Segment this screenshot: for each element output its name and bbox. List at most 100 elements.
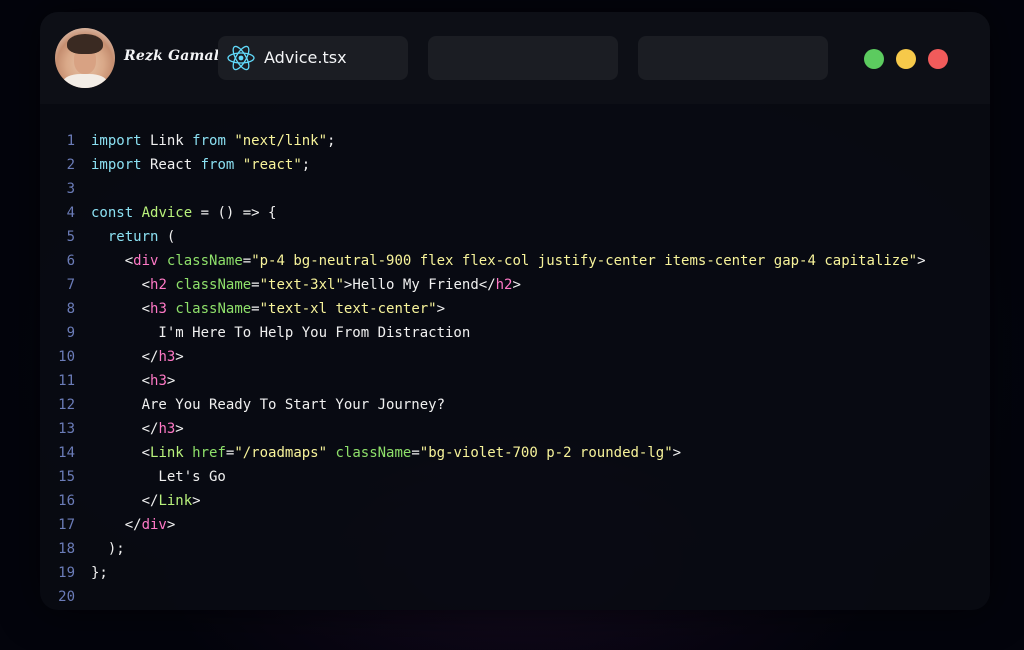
code-token: I'm Here To Help You From Distraction [91, 325, 471, 341]
line-number: 1 [66, 133, 75, 149]
line-number: 4 [66, 205, 75, 221]
code-token: "next/link" [234, 133, 328, 149]
code-token: = [411, 445, 420, 461]
line-code: Are You Ready To Start Your Journey? [91, 393, 445, 417]
code-token: h2 [150, 277, 167, 293]
code-token: h3 [158, 349, 176, 365]
line-code: I'm Here To Help You From Distraction [91, 321, 470, 345]
code-line: 13 </h3> [40, 417, 990, 441]
code-token: < [91, 277, 151, 293]
code-line: 2 import React from "react"; [40, 153, 990, 177]
code-editor: 1 import Link from "next/link"; 2 import Re… [40, 129, 990, 609]
code-token: > [512, 277, 521, 293]
close-button[interactable] [928, 49, 948, 69]
line-code: <Link href="/roadmaps" className="bg-vio… [91, 441, 682, 465]
line-code: </h3> [91, 345, 184, 369]
title-bar: Rezk Gamal Advice.tsx [40, 12, 990, 104]
code-token: return [107, 229, 159, 245]
avatar [55, 28, 115, 88]
code-line: 10 </h3> [40, 345, 990, 369]
code-token: < [91, 373, 151, 389]
code-token: from [200, 157, 235, 173]
user-name: Rezk Gamal [124, 48, 220, 64]
line-code: ); [91, 537, 125, 561]
code-token: Are You Ready To Start Your Journey? [91, 397, 446, 413]
code-token: import [91, 133, 142, 149]
line-code: const Advice = () => { [91, 201, 276, 225]
line-code: <h3> [91, 369, 176, 393]
code-token: > [175, 421, 184, 437]
line-number: 8 [66, 301, 75, 317]
code-token: "/roadmaps" [234, 445, 328, 461]
code-token: ( [158, 229, 176, 245]
code-token: > [917, 253, 926, 269]
code-line: 1 import Link from "next/link"; [40, 129, 990, 153]
line-code: <h2 className="text-3xl">Hello My Friend… [91, 273, 521, 297]
tab-advice-tsx[interactable]: Advice.tsx [218, 36, 408, 80]
line-number: 6 [66, 253, 75, 269]
minimize-button[interactable] [896, 49, 916, 69]
tab-label: Advice.tsx [264, 48, 347, 67]
code-line: 6 <div className="p-4 bg-neutral-900 fle… [40, 249, 990, 273]
code-token: h3 [150, 373, 167, 389]
code-token: > [166, 517, 176, 533]
line-code: return ( [91, 225, 175, 249]
line-number: 16 [58, 493, 75, 509]
line-code: import React from "react"; [91, 153, 310, 177]
code-line: 16 </Link> [40, 489, 990, 513]
code-line: 7 <h2 className="text-3xl">Hello My Frie… [40, 273, 990, 297]
code-token: Advice [141, 205, 193, 221]
code-token: = [251, 277, 260, 293]
code-line: 11 <h3> [40, 369, 990, 393]
code-token: h3 [158, 421, 176, 437]
code-token: </ [91, 493, 159, 509]
line-number: 10 [58, 349, 75, 365]
line-code: Let's Go [91, 465, 226, 489]
line-number: 14 [58, 445, 75, 461]
line-code: }; [91, 561, 108, 585]
code-token: "bg-violet-700 p-2 rounded-lg" [419, 445, 673, 461]
code-token: >Hello My Friend</ [343, 277, 496, 293]
code-token: const [91, 205, 134, 221]
code-token: }; [91, 565, 108, 581]
maximize-button[interactable] [864, 49, 884, 69]
code-token: h2 [495, 277, 513, 293]
code-token: "text-xl text-center" [259, 301, 437, 317]
code-token: className [175, 277, 252, 293]
code-line: 20 [40, 585, 990, 609]
code-token: Link [150, 445, 184, 461]
code-token: Let's Go [91, 469, 226, 485]
code-token: className [166, 253, 243, 269]
code-token: > [192, 493, 201, 509]
line-number: 12 [58, 397, 75, 413]
code-line: 17 </div> [40, 513, 990, 537]
code-token: div [133, 253, 159, 269]
code-token: className [335, 445, 412, 461]
tab-empty-1[interactable] [428, 36, 618, 80]
line-number: 20 [58, 589, 75, 605]
code-token: </ [91, 517, 142, 533]
line-number: 19 [58, 565, 75, 581]
code-line: 8 <h3 className="text-xl text-center"> [40, 297, 990, 321]
code-token: ; [301, 157, 311, 173]
code-token: "react" [242, 157, 302, 173]
code-line: 15 Let's Go [40, 465, 990, 489]
line-code: </div> [91, 513, 176, 537]
code-token: = [242, 253, 252, 269]
tab-empty-2[interactable] [638, 36, 828, 80]
line-number: 3 [66, 181, 75, 197]
code-token: h3 [150, 301, 167, 317]
code-token: Link [141, 133, 193, 149]
code-token: import [91, 157, 142, 173]
line-number: 9 [66, 325, 75, 341]
code-window: Rezk Gamal Advice.tsx 1 import Link from … [40, 12, 990, 610]
line-code: <div className="p-4 bg-neutral-900 flex … [91, 249, 926, 273]
line-code: <h3 className="text-xl text-center"> [91, 297, 446, 321]
code-token: "p-4 bg-neutral-900 flex flex-col justif… [251, 253, 918, 269]
code-line: 14 <Link href="/roadmaps" className="bg-… [40, 441, 990, 465]
code-token: React [141, 157, 201, 173]
